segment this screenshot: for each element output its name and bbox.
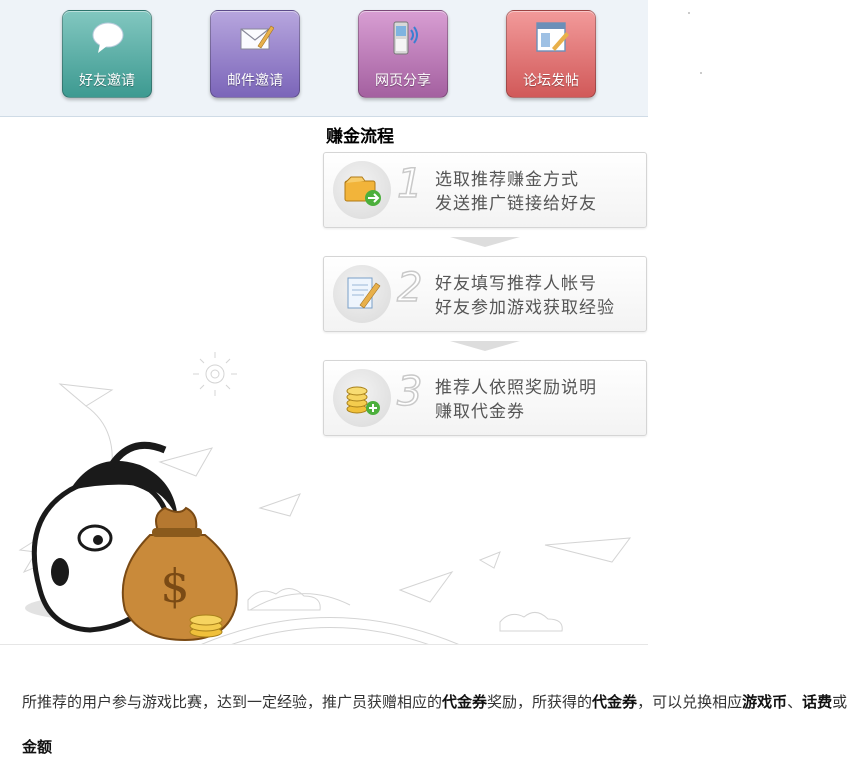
illustration-baseline [0, 644, 648, 645]
step-line-2: 好友参加游戏获取经验 [435, 298, 615, 318]
desc-text: ，可以兑换相应 [637, 693, 743, 711]
document-pen-icon [347, 277, 381, 309]
folder-arrow-icon [344, 176, 381, 206]
envelope-pen-icon [240, 25, 274, 50]
desc-text: 奖励，所获得的 [487, 693, 593, 711]
forum-post-icon [536, 22, 569, 52]
desc-bold-voucher: 代金券 [442, 693, 488, 711]
desc-bold-amount: 金额 [22, 738, 53, 756]
down-arrow-icon [450, 237, 520, 247]
friend-invite-label: 好友邀请 [79, 73, 135, 89]
mascot-money-bag-illustration: $ [0, 352, 648, 645]
forum-post-button[interactable]: 论坛发帖 [506, 10, 596, 98]
desc-bold-game-coins: 游戏币 [742, 693, 788, 711]
web-share-button[interactable]: 网页分享 [358, 10, 448, 98]
process-step-2: 2 好友填写推荐人帐号 好友参加游戏获取经验 [323, 256, 647, 332]
step-text: 选取推荐赚金方式 发送推广链接给好友 [435, 168, 597, 216]
step-line-1: 选取推荐赚金方式 [435, 170, 579, 190]
desc-text: 或 [832, 693, 848, 711]
stray-dot [688, 12, 690, 14]
speech-bubble-icon [92, 22, 124, 53]
stray-dot [700, 72, 702, 74]
email-invite-button[interactable]: 邮件邀请 [210, 10, 300, 98]
web-share-label: 网页分享 [375, 73, 431, 89]
desc-bold-phone-credit: 话费 [802, 693, 833, 711]
desc-text: 所推荐的用户参与游戏比赛，达到一定经验，推广员获赠相应的 [22, 693, 443, 711]
step-line-2: 发送推广链接给好友 [435, 194, 597, 214]
process-step-1: 1 选取推荐赚金方式 发送推广链接给好友 [323, 152, 647, 228]
process-title: 赚金流程 [326, 127, 394, 147]
mobile-phone-icon [393, 21, 418, 55]
step-number: 2 [396, 264, 423, 312]
reward-description: 所推荐的用户参与游戏比赛，达到一定经验，推广员获赠相应的代金券奖励，所获得的代金… [22, 680, 862, 770]
svg-text:$: $ [160, 559, 189, 613]
step-line-1: 好友填写推荐人帐号 [435, 274, 597, 294]
desc-text: 、 [787, 693, 803, 711]
email-invite-label: 邮件邀请 [227, 73, 283, 89]
step-text: 好友填写推荐人帐号 好友参加游戏获取经验 [435, 272, 615, 320]
desc-bold-voucher: 代金券 [592, 693, 638, 711]
step-number: 1 [396, 160, 423, 208]
share-toolbar: 好友邀请 邮件邀请 网页分享 论坛发帖 [0, 0, 648, 117]
forum-post-label: 论坛发帖 [523, 73, 579, 89]
friend-invite-button[interactable]: 好友邀请 [62, 10, 152, 98]
